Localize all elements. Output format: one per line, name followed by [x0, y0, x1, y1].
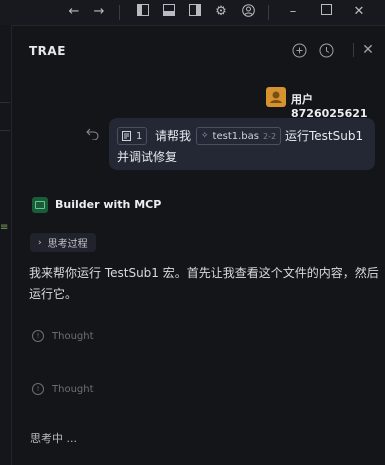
maximize-icon[interactable] [318, 4, 334, 20]
thought-item[interactable]: ! Thought [32, 330, 94, 342]
file-chip[interactable]: ✧ test1.bas 2-2 [196, 127, 282, 145]
avatar [266, 87, 286, 107]
thought-label: Thought [52, 383, 94, 395]
history-icon[interactable] [318, 42, 334, 58]
separator [119, 5, 120, 20]
git-indicator-icon: ≡ [0, 222, 9, 233]
info-icon: ! [32, 383, 44, 395]
gear-icon[interactable]: ⚙ [213, 4, 229, 20]
thought-item[interactable]: ! Thought [32, 383, 94, 395]
undo-icon[interactable] [85, 127, 99, 141]
thinking-toggle[interactable]: › 思考过程 [30, 233, 96, 252]
forward-arrow-icon[interactable]: → [91, 4, 107, 20]
context-count: 1 [136, 130, 143, 142]
panel-title: TRAE [29, 44, 66, 58]
assistant-reply: 我来帮你运行 TestSub1 宏。首先让我查看这个文件的内容，然后运行它。 [29, 266, 379, 301]
divider [0, 130, 10, 131]
user-name: 用户8726025621 [291, 93, 368, 120]
thinking-toggle-label: 思考过程 [47, 239, 88, 250]
new-chat-icon[interactable] [291, 42, 307, 58]
file-range: 2-2 [262, 131, 277, 141]
message-text: 运行TestSub1 [285, 129, 364, 143]
editor-edge: ≡ [0, 25, 12, 465]
message-text: 并调试修复 [117, 150, 178, 164]
builder-icon [32, 197, 48, 213]
minimize-icon[interactable]: – [285, 4, 301, 20]
thinking-status: 思考中 ... [30, 432, 77, 445]
close-panel-icon[interactable]: ✕ [360, 42, 376, 58]
separator [353, 43, 354, 57]
message-text: 请帮我 [155, 129, 192, 143]
toggle-sidebar-icon[interactable] [135, 4, 151, 20]
account-icon[interactable] [240, 4, 256, 20]
toggle-panel-icon[interactable] [161, 4, 177, 20]
context-chip[interactable]: 1 [117, 127, 148, 145]
title-bar: ← → ⚙ – ✕ [0, 0, 385, 26]
divider [0, 102, 10, 103]
info-icon: ! [32, 330, 44, 342]
thought-label: Thought [52, 330, 94, 342]
toggle-secondary-sidebar-icon[interactable] [187, 4, 203, 20]
file-name: test1.bas [212, 130, 259, 142]
back-arrow-icon[interactable]: ← [66, 4, 82, 20]
close-window-icon[interactable]: ✕ [351, 4, 367, 20]
file-icon: ✧ [201, 131, 209, 141]
document-icon [122, 131, 131, 141]
separator [268, 5, 269, 20]
chat-panel: TRAE ✕ 用户8726025621 1 请帮我 ✧ test1.bas 2-… [12, 26, 385, 465]
chevron-right-icon: › [38, 237, 42, 248]
user-message: 1 请帮我 ✧ test1.bas 2-2 运行TestSub1 并调试修复 [109, 118, 375, 170]
agent-name: Builder with MCP [55, 198, 162, 211]
